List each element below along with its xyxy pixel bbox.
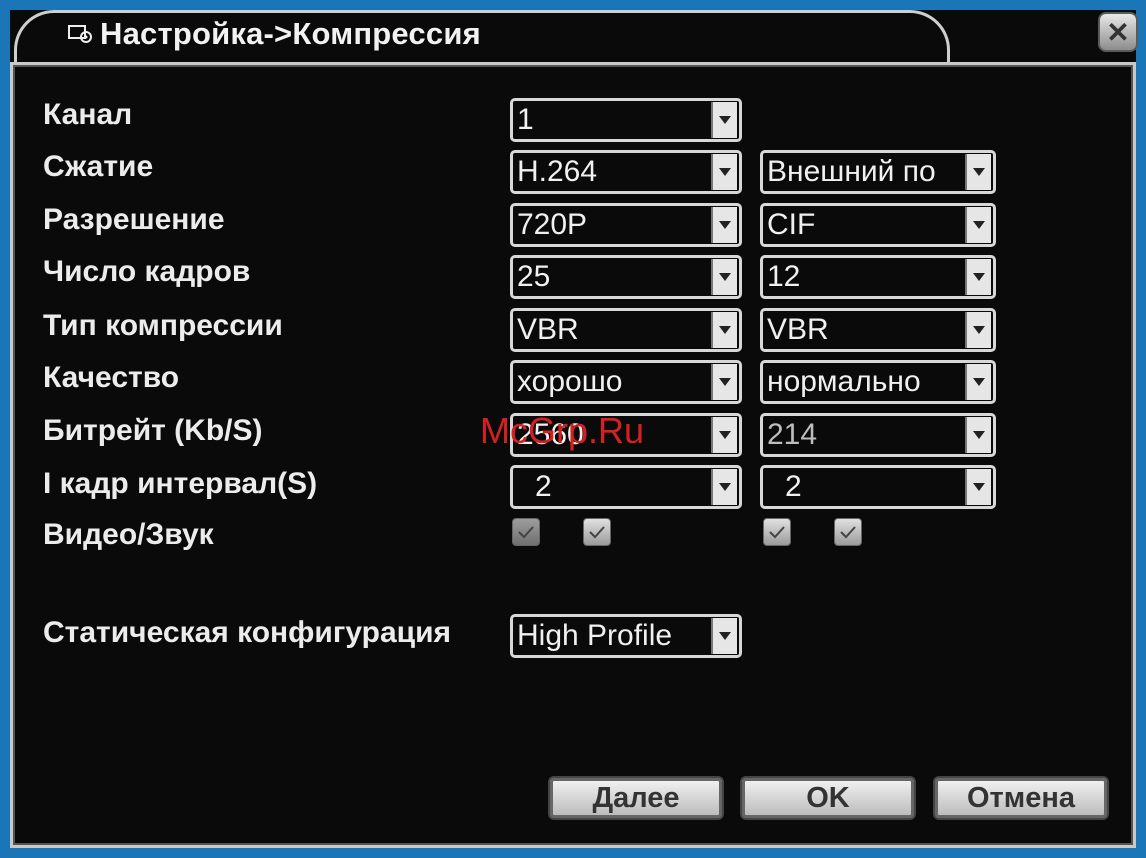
check-icon — [589, 526, 605, 539]
channel-select[interactable]: 1 — [510, 98, 742, 142]
label-bitrate: Битрейт (Kb/S) — [43, 414, 263, 447]
chevron-down-icon[interactable] — [711, 154, 737, 190]
extra-video-checkbox[interactable] — [763, 518, 791, 546]
label-static-config: Статическая конфигурация — [43, 616, 452, 649]
quality-extra-select[interactable]: нормально — [760, 360, 996, 404]
label-compression: Сжатие — [43, 150, 154, 183]
iframe-interval-main-select[interactable]: 2 — [510, 465, 742, 509]
compression-main-select[interactable]: H.264 — [510, 150, 742, 194]
chevron-down-icon[interactable] — [965, 259, 991, 295]
settings-icon — [68, 25, 92, 43]
frame-rate-main-select[interactable]: 25 — [510, 255, 742, 299]
extra-audio-checkbox[interactable] — [834, 518, 862, 546]
window-title: Настройка->Компрессия — [68, 16, 481, 52]
chevron-down-icon[interactable] — [965, 469, 991, 505]
bitrate-type-extra-value: VBR — [767, 313, 829, 346]
main-audio-checkbox[interactable] — [583, 518, 611, 546]
compression-extra-value: Внешний по — [767, 155, 936, 188]
iframe-interval-extra-select[interactable]: 2 — [760, 465, 996, 509]
next-button[interactable]: Далее — [548, 776, 724, 820]
bitrate-main-value: 2560 — [517, 418, 584, 451]
cancel-button[interactable]: Отмена — [933, 776, 1109, 820]
check-icon — [769, 526, 785, 539]
channel-value: 1 — [517, 103, 534, 136]
chevron-down-icon[interactable] — [711, 364, 737, 400]
static-config-value: High Profile — [517, 619, 673, 652]
iframe-interval-extra-value: 2 — [785, 470, 802, 503]
chevron-down-icon[interactable] — [711, 312, 737, 348]
chevron-down-icon[interactable] — [965, 154, 991, 190]
label-video-audio: Видео/Звук — [43, 518, 214, 551]
quality-main-value: хорошо — [517, 365, 623, 398]
chevron-down-icon[interactable] — [711, 259, 737, 295]
label-frame-rate: Число кадров — [43, 255, 251, 288]
bitrate-extra-select[interactable]: 214 — [760, 413, 996, 457]
quality-main-select[interactable]: хорошо — [510, 360, 742, 404]
close-button[interactable]: ✕ — [1098, 12, 1138, 52]
resolution-main-value: 720P — [517, 208, 588, 241]
check-icon — [518, 526, 534, 539]
iframe-interval-main-value: 2 — [535, 470, 552, 503]
frame-rate-extra-value: 12 — [767, 260, 801, 293]
static-config-select[interactable]: High Profile — [510, 614, 742, 658]
bitrate-type-main-select[interactable]: VBR — [510, 308, 742, 352]
bitrate-type-main-value: VBR — [517, 313, 579, 346]
chevron-down-icon[interactable] — [711, 102, 737, 138]
chevron-down-icon[interactable] — [711, 417, 737, 453]
chevron-down-icon[interactable] — [711, 469, 737, 505]
chevron-down-icon[interactable] — [965, 417, 991, 453]
main-video-checkbox[interactable] — [512, 518, 540, 546]
check-icon — [840, 526, 856, 539]
quality-extra-value: нормально — [767, 365, 921, 398]
label-quality: Качество — [43, 361, 180, 394]
bitrate-extra-value: 214 — [767, 418, 818, 451]
resolution-main-select[interactable]: 720P — [510, 203, 742, 247]
label-iframe-interval: I кадр интервал(S) — [43, 467, 318, 500]
bitrate-type-extra-select[interactable]: VBR — [760, 308, 996, 352]
chevron-down-icon[interactable] — [711, 207, 737, 243]
compression-main-value: H.264 — [517, 155, 598, 188]
compression-extra-select[interactable]: Внешний по — [760, 150, 996, 194]
window-title-text: Настройка->Компрессия — [100, 16, 481, 51]
label-channel: Канал — [43, 98, 133, 131]
label-resolution: Разрешение — [43, 203, 225, 236]
bitrate-main-select[interactable]: 2560 — [510, 413, 742, 457]
chevron-down-icon[interactable] — [965, 207, 991, 243]
chevron-down-icon[interactable] — [711, 618, 737, 654]
resolution-extra-select[interactable]: CIF — [760, 203, 996, 247]
ok-button[interactable]: OK — [740, 776, 916, 820]
chevron-down-icon[interactable] — [965, 312, 991, 348]
frame-rate-main-value: 25 — [517, 260, 551, 293]
label-bitrate-type: Тип компрессии — [43, 309, 283, 342]
frame-rate-extra-select[interactable]: 12 — [760, 255, 996, 299]
chevron-down-icon[interactable] — [965, 364, 991, 400]
resolution-extra-value: CIF — [767, 208, 816, 241]
